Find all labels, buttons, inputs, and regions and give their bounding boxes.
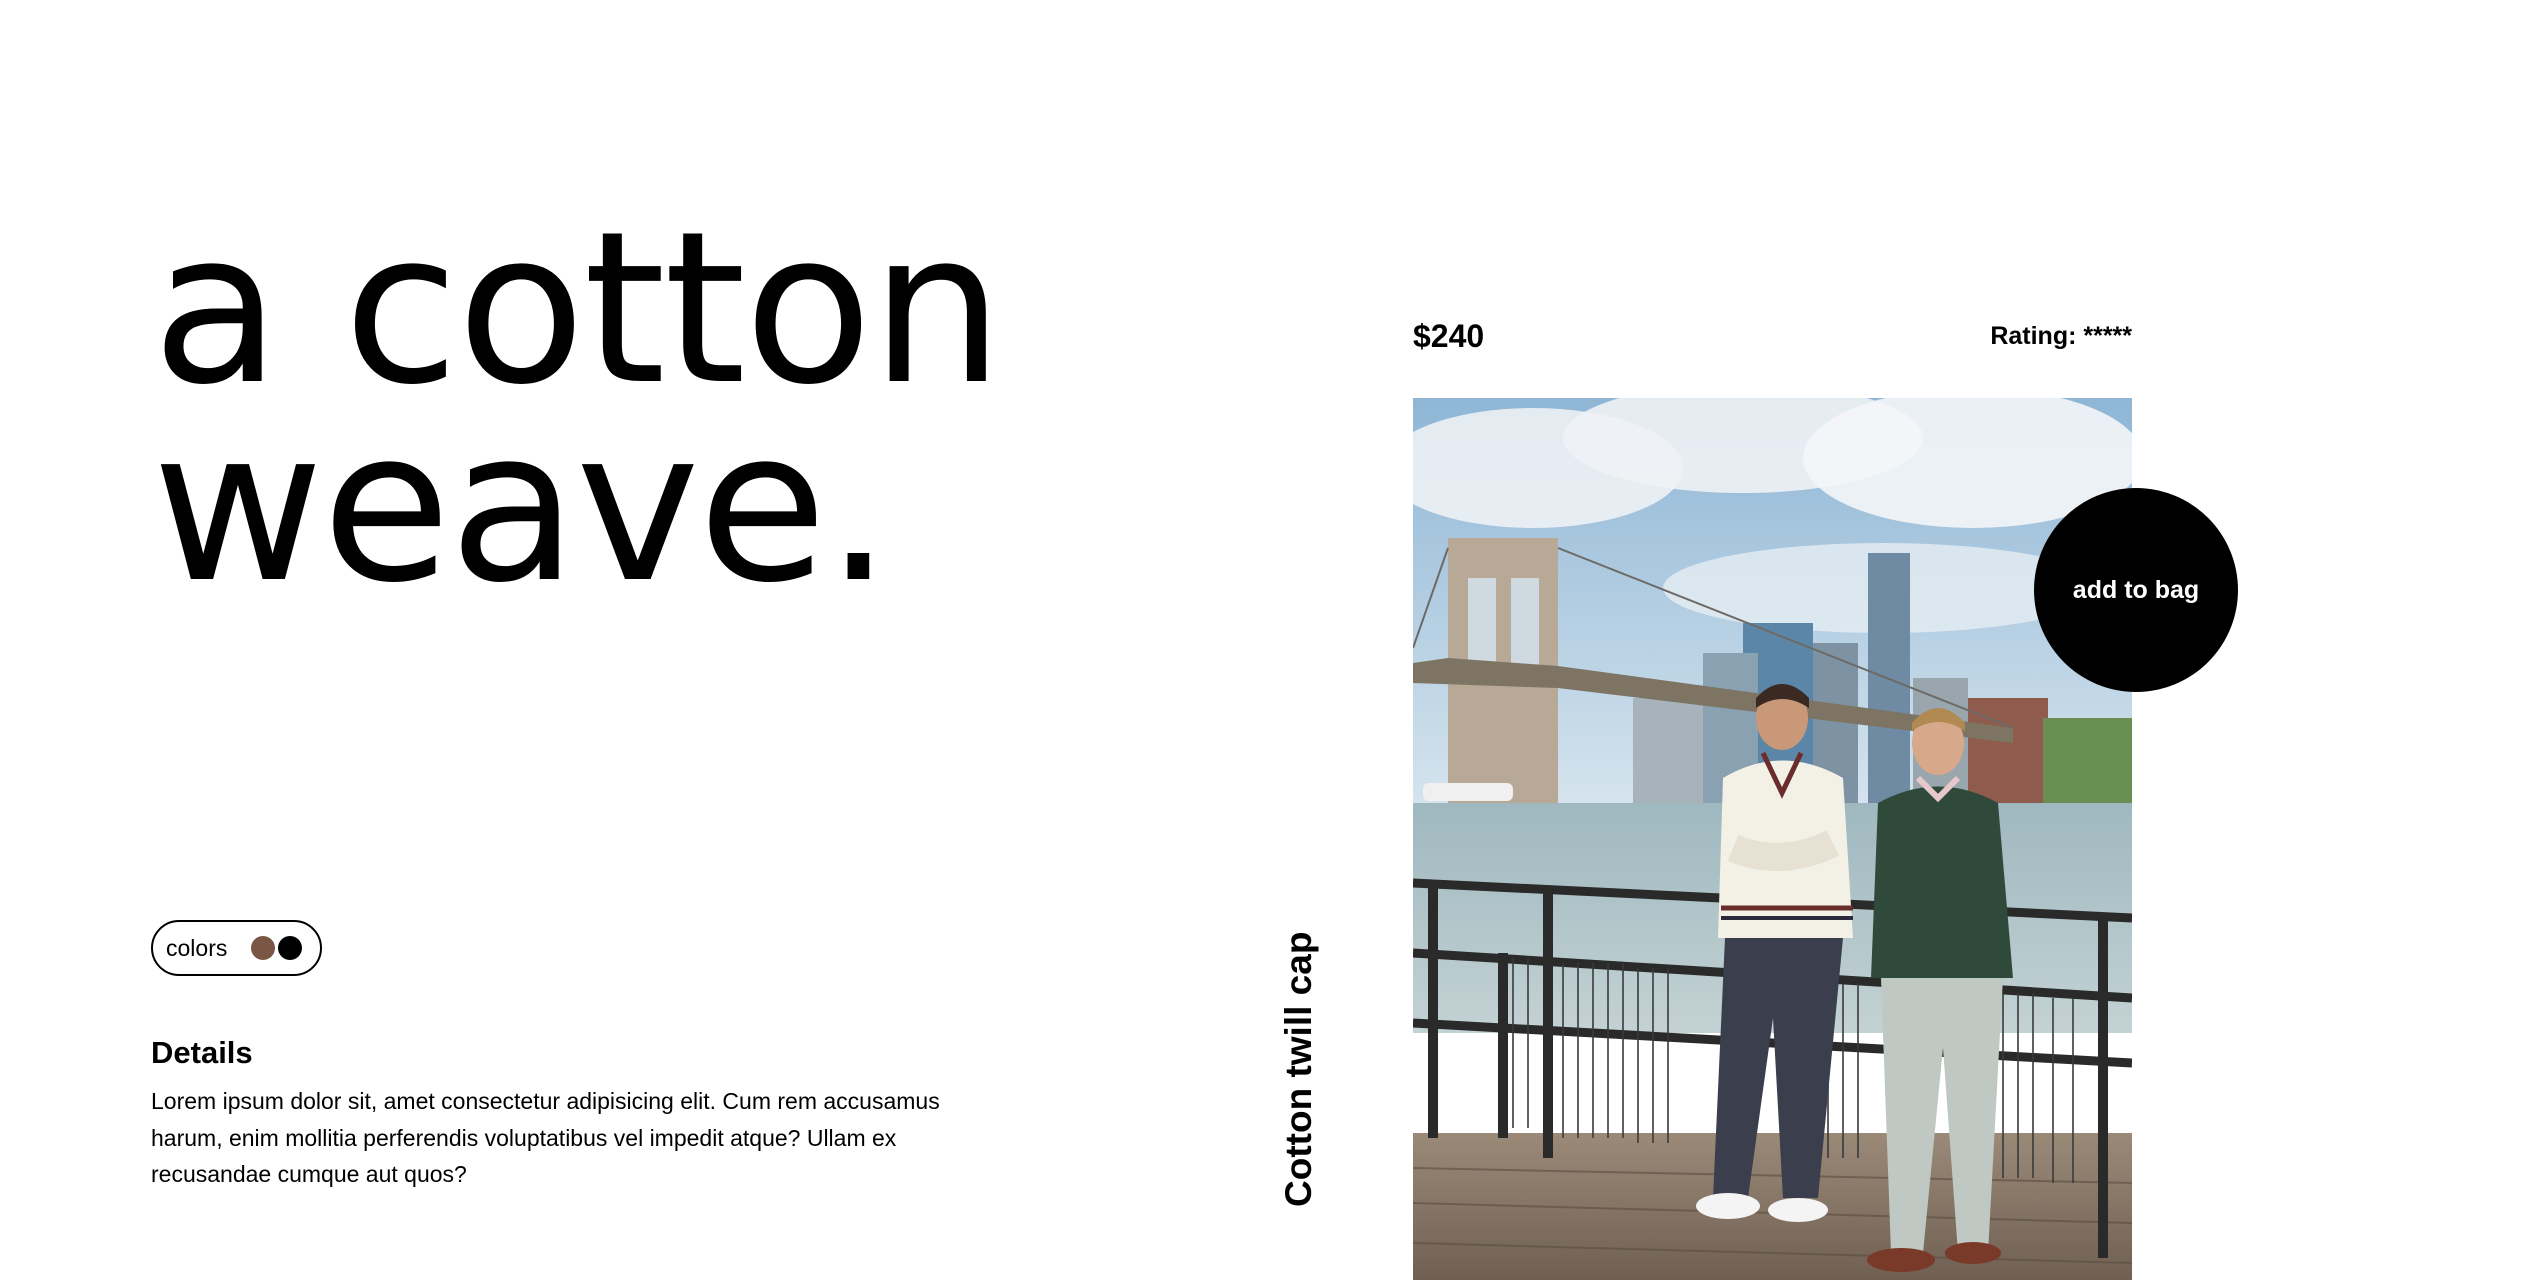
- details-heading: Details: [151, 1035, 253, 1070]
- add-to-bag-button[interactable]: add to bag: [2034, 488, 2238, 692]
- colors-label: colors: [166, 934, 228, 961]
- hero-line-1: a cotton: [152, 186, 1004, 431]
- color-swatch-brown[interactable]: [251, 936, 276, 960]
- hero-line-2: weave.: [152, 384, 892, 629]
- product-page: a cotton weave. colors Details Lorem ips…: [0, 0, 2544, 1280]
- details-description: Lorem ipsum dolor sit, amet consectetur …: [151, 1088, 940, 1187]
- product-photo: [1413, 398, 2132, 1280]
- product-rating: Rating: *****: [1990, 322, 2132, 350]
- colors-selector[interactable]: colors: [151, 920, 322, 976]
- hero-headline: a cotton weave.: [152, 186, 1004, 629]
- color-swatch-black[interactable]: [278, 936, 303, 960]
- product-name: Cotton twill cap: [1278, 931, 1319, 1207]
- product-price: $240: [1413, 318, 1485, 354]
